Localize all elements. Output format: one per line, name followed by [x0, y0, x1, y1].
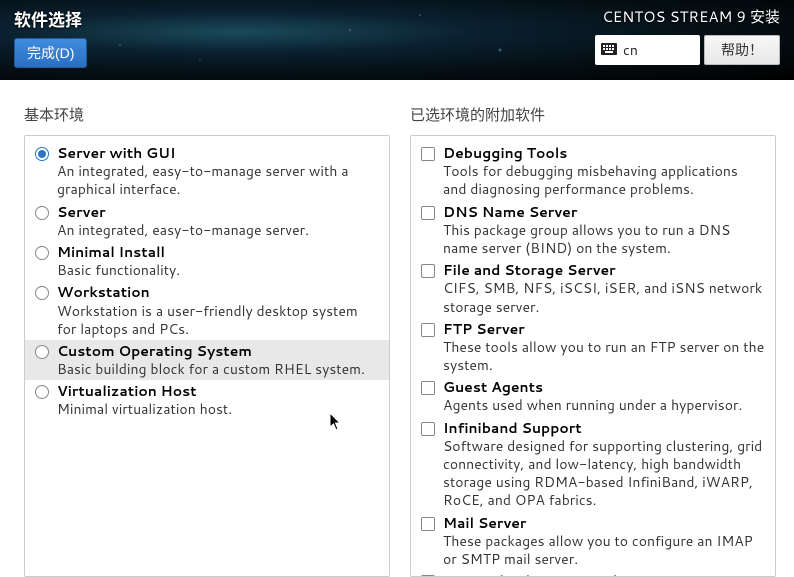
- radio-button[interactable]: [35, 385, 49, 399]
- addon-option-infiniband[interactable]: Infiniband SupportSoftware designed for …: [411, 417, 775, 512]
- addon-option-file-storage[interactable]: File and Storage ServerCIFS, SMB, NFS, i…: [411, 259, 775, 318]
- option-label: Workstation: [57, 283, 379, 301]
- addon-option-debugging[interactable]: Debugging ToolsTools for debugging misbe…: [411, 142, 775, 201]
- option-description: Basic functionality.: [57, 261, 379, 279]
- checkbox[interactable]: [421, 264, 435, 278]
- keyboard-layout-label: cn: [623, 40, 638, 60]
- option-label: Mail Server: [443, 514, 765, 532]
- option-description: Minimal virtualization host.: [57, 400, 379, 418]
- option-description: Workstation is a user-friendly desktop s…: [57, 302, 379, 338]
- option-label: Network File System Client: [443, 572, 765, 577]
- radio-button[interactable]: [35, 286, 49, 300]
- option-description: These packages allow you to configure an…: [443, 532, 765, 568]
- option-description: Tools for debugging misbehaving applicat…: [443, 162, 765, 198]
- checkbox[interactable]: [421, 381, 435, 395]
- option-label: Server: [57, 203, 379, 221]
- checkbox[interactable]: [421, 323, 435, 337]
- option-label: File and Storage Server: [443, 261, 765, 279]
- env-option-virt-host[interactable]: Virtualization HostMinimal virtualizatio…: [25, 380, 389, 420]
- option-label: Virtualization Host: [57, 382, 379, 400]
- env-option-server[interactable]: ServerAn integrated, easy-to-manage serv…: [25, 201, 389, 241]
- option-label: FTP Server: [443, 320, 765, 338]
- addon-option-nfs-client[interactable]: Network File System Client: [411, 570, 775, 577]
- option-label: Server with GUI: [57, 144, 379, 162]
- checkbox[interactable]: [421, 422, 435, 436]
- addons-title: 已选环境的附加软件: [410, 104, 776, 125]
- checkbox[interactable]: [421, 147, 435, 161]
- option-label: Infiniband Support: [443, 419, 765, 437]
- base-env-column: 基本环境 Server with GUIAn integrated, easy-…: [24, 104, 390, 577]
- content-area: 基本环境 Server with GUIAn integrated, easy-…: [0, 80, 794, 577]
- option-description: This package group allows you to run a D…: [443, 221, 765, 257]
- keyboard-icon: [601, 40, 617, 60]
- base-env-title: 基本环境: [24, 104, 390, 125]
- option-label: Custom Operating System: [57, 342, 379, 360]
- done-button[interactable]: 完成(D): [14, 38, 87, 68]
- option-description: Agents used when running under a hypervi…: [443, 396, 765, 414]
- addon-option-mail[interactable]: Mail ServerThese packages allow you to c…: [411, 512, 775, 571]
- option-description: An integrated, easy-to-manage server.: [57, 221, 379, 239]
- radio-button[interactable]: [35, 206, 49, 220]
- radio-button[interactable]: [35, 345, 49, 359]
- option-description: Software designed for supporting cluster…: [443, 437, 765, 510]
- radio-button[interactable]: [35, 147, 49, 161]
- base-env-list[interactable]: Server with GUIAn integrated, easy-to-ma…: [24, 135, 390, 577]
- option-label: Debugging Tools: [443, 144, 765, 162]
- distro-title: CENTOS STREAM 9 安装: [595, 6, 780, 27]
- option-label: DNS Name Server: [443, 203, 765, 221]
- radio-button[interactable]: [35, 246, 49, 260]
- option-description: CIFS, SMB, NFS, iSCSI, iSER, and iSNS ne…: [443, 279, 765, 315]
- env-option-minimal[interactable]: Minimal InstallBasic functionality.: [25, 241, 389, 281]
- option-label: Guest Agents: [443, 378, 765, 396]
- addon-option-ftp[interactable]: FTP ServerThese tools allow you to run a…: [411, 318, 775, 377]
- option-description: Basic building block for a custom RHEL s…: [57, 360, 379, 378]
- env-option-custom[interactable]: Custom Operating SystemBasic building bl…: [25, 340, 389, 380]
- page-title: 软件选择: [14, 6, 87, 32]
- checkbox[interactable]: [421, 206, 435, 220]
- env-option-workstation[interactable]: WorkstationWorkstation is a user-friendl…: [25, 281, 389, 340]
- option-label: Minimal Install: [57, 243, 379, 261]
- checkbox[interactable]: [421, 517, 435, 531]
- addon-option-dns[interactable]: DNS Name ServerThis package group allows…: [411, 201, 775, 260]
- header-bar: 软件选择 完成(D) CENTOS STREAM 9 安装 cn 帮助！: [0, 0, 794, 80]
- help-button[interactable]: 帮助！: [704, 35, 780, 65]
- option-description: An integrated, easy-to-manage server wit…: [57, 162, 379, 198]
- env-option-server-gui[interactable]: Server with GUIAn integrated, easy-to-ma…: [25, 142, 389, 201]
- addons-list[interactable]: Debugging ToolsTools for debugging misbe…: [410, 135, 776, 577]
- addons-column: 已选环境的附加软件 Debugging ToolsTools for debug…: [410, 104, 776, 577]
- keyboard-layout-indicator[interactable]: cn: [595, 35, 700, 65]
- option-description: These tools allow you to run an FTP serv…: [443, 338, 765, 374]
- addon-option-guest-agents[interactable]: Guest AgentsAgents used when running und…: [411, 376, 775, 416]
